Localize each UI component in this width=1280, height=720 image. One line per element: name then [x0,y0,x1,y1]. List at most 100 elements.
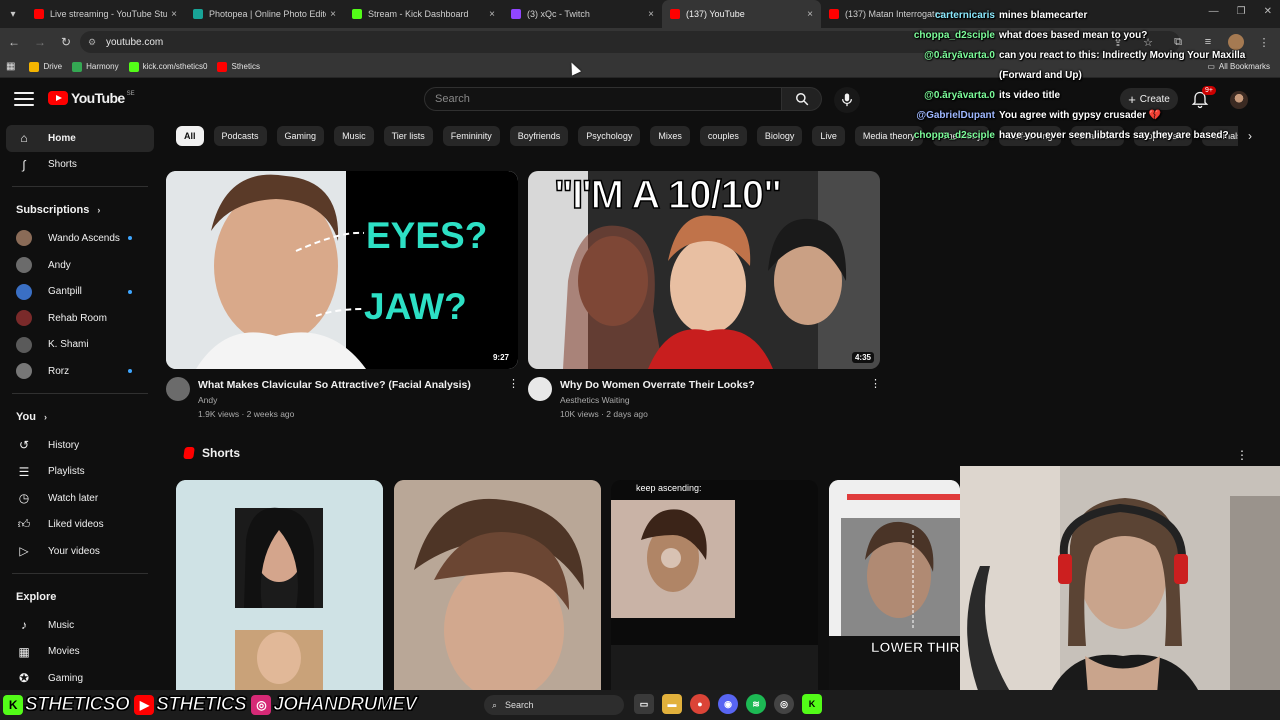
reload-button[interactable]: ↻ [54,30,78,54]
channel-avatar[interactable] [528,377,552,401]
menu-icon[interactable] [14,90,34,108]
video-card[interactable]: EYES? JAW? 9:27 What Makes Clavicular So… [166,171,519,425]
sidebar-item-label: Shorts [48,159,77,171]
search-button[interactable] [782,87,822,111]
sidebar-item[interactable]: ▦ Movies [0,638,160,665]
filter-chip[interactable]: couples [699,126,747,146]
filter-chip[interactable]: Live [812,126,845,146]
thumbnail-art [166,171,518,369]
site-settings-icon[interactable]: ⚙ [88,37,100,48]
more-options-icon[interactable]: ⋮ [870,377,881,393]
file-explorer-icon[interactable]: ▬ [662,694,682,714]
kick-icon[interactable]: K [802,694,822,714]
sidebar-item[interactable]: Gantpill [0,278,160,305]
short-card[interactable] [176,480,383,690]
video-channel[interactable]: Andy [198,395,217,405]
filter-chip[interactable]: Tier lists [383,126,433,146]
sidebar-item[interactable]: ▷ Your videos [0,538,160,565]
youtube-icon [217,61,228,72]
forward-button[interactable]: → [28,30,52,54]
sidebar-item[interactable]: ♪ Music [0,612,160,639]
chat-text: have you ever seen libtards say they are… [999,130,1229,141]
thumbnail-text-jaw: JAW? [364,286,467,327]
sidebar-item[interactable]: ✪ Gaming [0,665,160,690]
filter-chip[interactable]: Femininity [442,126,500,146]
sidebar-item[interactable]: Rehab Room [0,305,160,332]
discord-icon[interactable]: ◉ [718,694,738,714]
apps-grid-icon[interactable]: ▦ [6,61,15,72]
browser-tab[interactable]: Live streaming - YouTube Studio × [26,0,185,28]
sidebar-item[interactable]: Andy [0,252,160,279]
sidebar-item[interactable]: 👍︎ Liked videos [0,512,160,539]
harmony-icon [72,61,83,72]
sidebar-item[interactable]: Wando Ascends [0,225,160,252]
browser-tab[interactable]: Stream - Kick Dashboard × [344,0,503,28]
subscriptions-heading[interactable]: Subscriptions › [0,195,160,225]
channel-avatar [16,257,32,274]
music-icon: ♪ [21,618,27,633]
browser-tab[interactable]: (3) xQc - Twitch × [503,0,662,28]
obs-icon[interactable]: ◎ [774,694,794,714]
video-card[interactable]: "I'M A 10/10" 4:35 Why Do Women Overrate… [528,171,881,425]
sidebar-item[interactable]: ∫ Shorts [0,152,160,179]
you-heading[interactable]: You › [0,402,160,432]
channel-avatar [16,230,32,247]
sidebar-item[interactable]: K. Shami [0,332,160,359]
more-options-icon[interactable]: ⋮ [508,377,519,393]
chevron-right-icon: › [43,411,47,422]
filter-chip[interactable]: Psychology [578,126,641,146]
home-icon: ⌂ [20,131,28,146]
search-input[interactable] [435,93,781,105]
close-tab-icon[interactable]: × [489,9,495,20]
bookmark-item[interactable]: Drive [29,61,63,72]
close-tab-icon[interactable]: × [648,9,654,20]
bookmark-label: Drive [43,62,63,71]
short-card[interactable]: keep ascending: [611,480,818,690]
video-title[interactable]: What Makes Clavicular So Attractive? (Fa… [198,379,498,391]
new-content-dot [128,369,132,374]
sidebar-item[interactable]: ↺ History [0,432,160,459]
browser-tab[interactable]: (137) YouTube × [662,0,821,28]
taskbar-search[interactable]: ⌕ Search [484,695,624,715]
filter-chip[interactable]: Boyfriends [509,126,569,146]
tab-search-button[interactable]: ▾ [0,0,26,28]
video-thumbnail[interactable]: "I'M A 10/10" 4:35 [528,171,880,369]
filter-chip[interactable]: Mixes [650,126,690,146]
bookmark-item[interactable]: Sthetics [217,61,260,72]
sidebar-item[interactable]: ◷ Watch later [0,485,160,512]
sidebar-item[interactable]: Rorz [0,358,160,385]
youtube-logo[interactable]: YouTube SE [48,90,135,106]
filter-chip[interactable]: Gaming [276,126,325,146]
video-thumbnail[interactable]: EYES? JAW? 9:27 [166,171,518,369]
task-view-icon[interactable]: ▭ [634,694,654,714]
chrome-icon[interactable]: ● [690,694,710,714]
filter-chip[interactable]: Music [334,126,374,146]
spotify-icon[interactable]: ≋ [746,694,766,714]
channel-avatar[interactable] [166,377,190,401]
chat-text: You agree with gypsy crusader 💔 [999,110,1162,121]
bookmark-item[interactable]: kick.com/sthetics0 [128,61,207,72]
video-channel[interactable]: Aesthetics Waiting [560,395,630,405]
chat-text: what does based mean to you? [999,30,1148,41]
social-handle: STHETICS [156,694,247,716]
shorts-more-icon[interactable]: ⋮ [1236,448,1248,462]
close-tab-icon[interactable]: × [171,9,177,20]
filter-chip[interactable]: Podcasts [213,126,267,146]
sidebar-item[interactable]: ⌂ Home [6,125,154,152]
youtube-studio-icon [34,9,44,19]
browser-tab[interactable]: Photopea | Online Photo Editor × [185,0,344,28]
close-tab-icon[interactable]: × [330,9,336,20]
close-tab-icon[interactable]: × [807,9,813,20]
voice-search-button[interactable] [834,87,860,113]
short-card[interactable] [394,480,601,690]
video-title[interactable]: Why Do Women Overrate Their Looks? [560,379,860,391]
filter-chip[interactable]: All [176,126,204,146]
chat-username: carternicaris [934,10,995,21]
bookmark-item[interactable]: Harmony [72,61,119,72]
sidebar-item[interactable]: ☰ Playlists [0,458,160,485]
tab-label: Photopea | Online Photo Editor [209,9,327,19]
filter-chip[interactable]: Biology [756,126,803,146]
youtube-icon: ▶ [134,695,155,715]
short-card[interactable]: LOWER THIRD T [829,480,960,690]
back-button[interactable]: ← [2,30,26,54]
